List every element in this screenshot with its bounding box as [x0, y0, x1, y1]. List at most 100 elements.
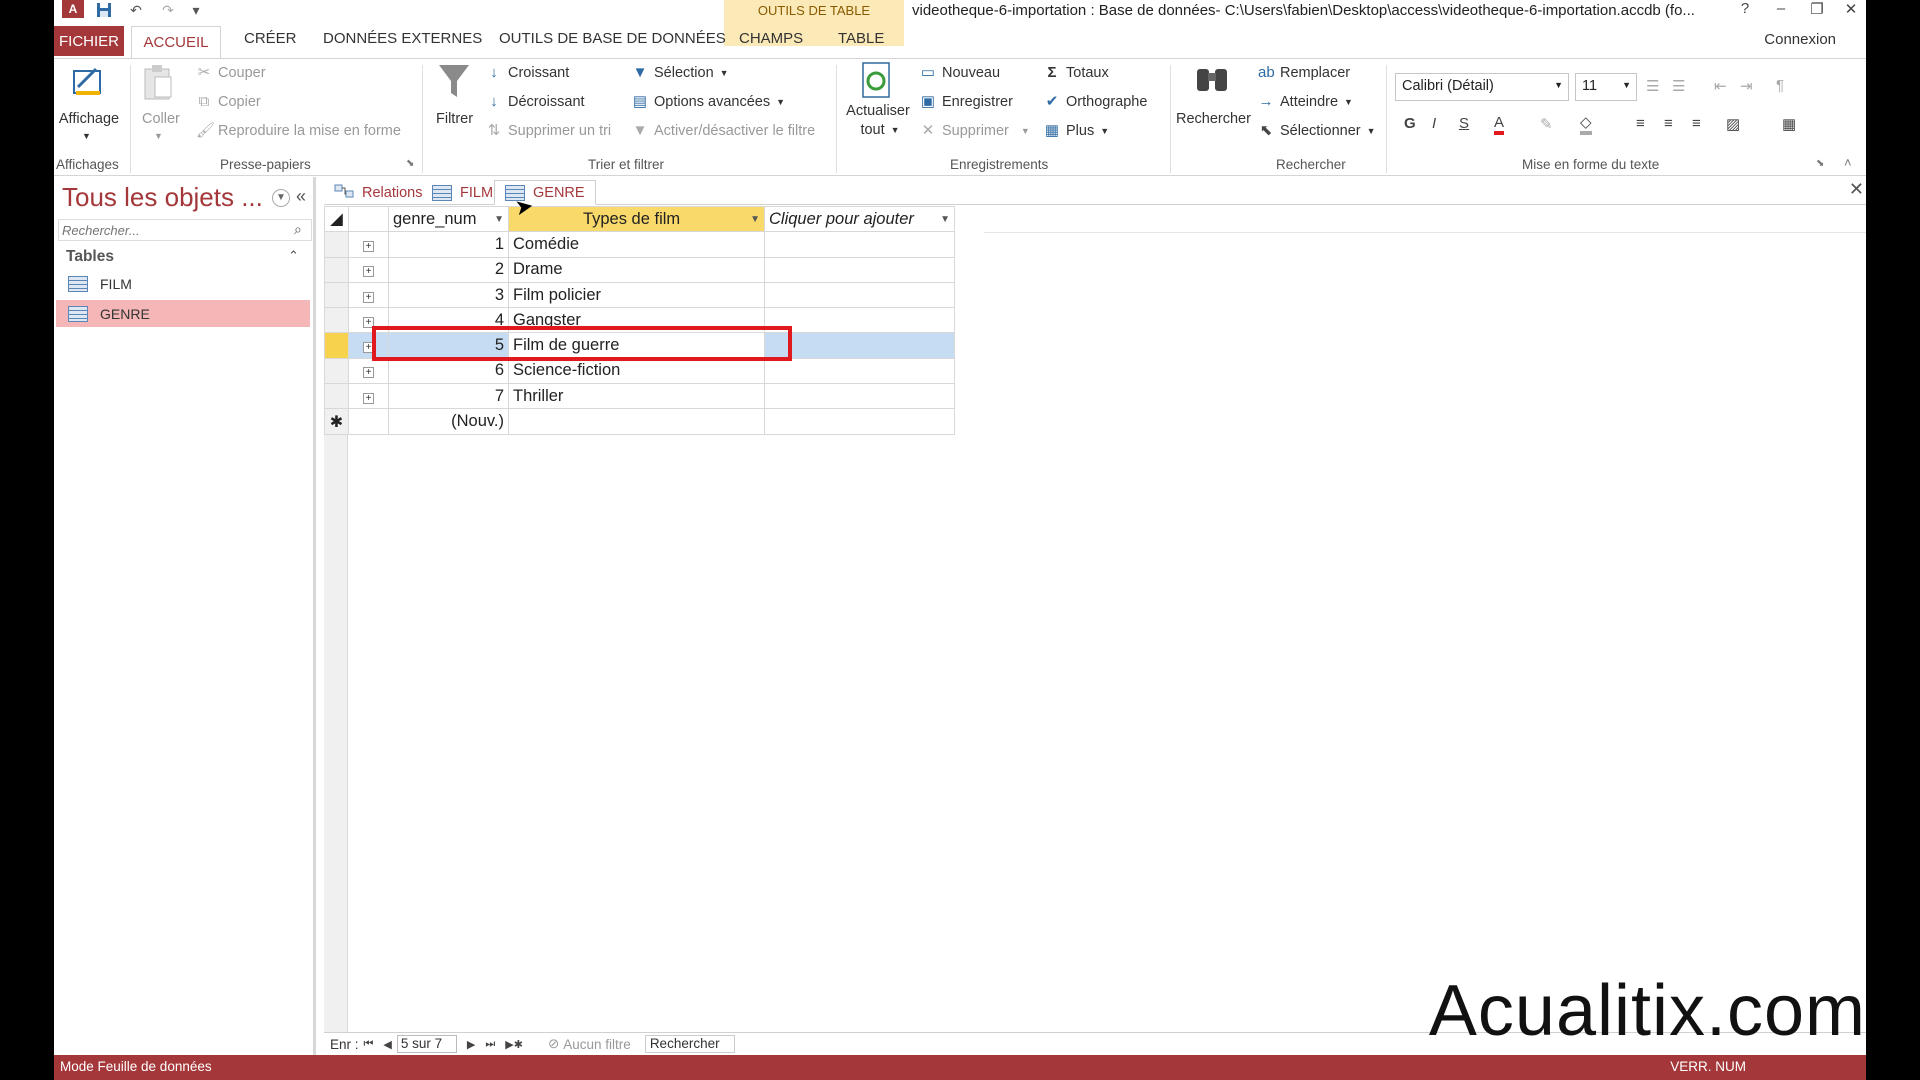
remplacer-button[interactable]: ab Remplacer [1258, 65, 1350, 82]
tab-donnees-externes[interactable]: DONNÉES EXTERNES [323, 30, 482, 47]
reproduire-button[interactable]: 🖌 Reproduire la mise en forme [196, 123, 401, 140]
cell-empty[interactable] [764, 357, 955, 385]
tab-genre[interactable]: GENRE [494, 180, 596, 205]
couper-button[interactable]: ✂ Couper [196, 65, 266, 82]
table-row[interactable]: + 7 Thriller [324, 383, 955, 410]
table-row[interactable]: + 2 Drame [324, 256, 955, 283]
new-record-star-icon[interactable]: ✱ [324, 408, 349, 435]
font-family-select[interactable]: Calibri (Détail) ▼ [1395, 73, 1569, 101]
tab-accueil[interactable]: ACCUEIL [131, 26, 221, 58]
cell-genre-num[interactable]: 1 [388, 231, 509, 258]
cell-empty[interactable] [764, 231, 955, 258]
copier-button[interactable]: ⧉ Copier [196, 94, 261, 111]
close-document-icon[interactable]: ✕ [1849, 179, 1864, 200]
tab-table[interactable]: TABLE [838, 30, 884, 47]
cell-type-editing[interactable]: Film de guerre [508, 332, 765, 359]
nav-pane-title[interactable]: Tous les objets ... [62, 182, 263, 213]
help-button[interactable]: ? [1730, 0, 1760, 20]
align-left-icon[interactable]: ≡ [1636, 115, 1645, 132]
cell-empty[interactable] [764, 307, 955, 334]
column-header-add[interactable]: Cliquer pour ajouter ▼ [764, 205, 955, 233]
collapse-section-icon[interactable]: ⌃ [288, 248, 299, 264]
fill-color-icon[interactable]: ◇ [1580, 115, 1592, 135]
cell-type[interactable]: Gangster [508, 307, 765, 334]
previous-record-icon[interactable]: ◀ [383, 1038, 391, 1051]
cell-type[interactable]: Thriller [508, 383, 765, 410]
record-search-input[interactable]: Rechercher [644, 1035, 735, 1053]
cell-genre-num[interactable]: 5 [388, 332, 509, 359]
plus-button[interactable]: ▦ Plus ▼ [1044, 123, 1109, 140]
bullets-icon[interactable]: ☰ [1646, 77, 1659, 95]
cell-genre-num[interactable]: 6 [388, 357, 509, 385]
chevron-down-icon[interactable]: ▼ [494, 214, 504, 225]
table-row[interactable]: + 1 Comédie [324, 231, 955, 258]
next-record-icon[interactable]: ▶ [467, 1038, 475, 1051]
new-record-nav-icon[interactable]: ▶✱ [505, 1038, 523, 1051]
cell-genre-num[interactable]: 3 [388, 281, 509, 309]
numbering-icon[interactable]: ☰ [1672, 77, 1685, 95]
nav-section-tables[interactable]: Tables [66, 248, 114, 266]
expand-cell[interactable]: + [348, 307, 389, 334]
expand-plus-icon[interactable]: + [363, 367, 374, 379]
align-right-icon[interactable]: ≡ [1692, 115, 1701, 132]
chevron-down-icon[interactable]: ▼ [750, 214, 760, 225]
collapse-pane-icon[interactable]: « [296, 186, 306, 207]
tab-fichier[interactable]: FICHIER [54, 26, 124, 56]
expand-cell[interactable]: + [348, 332, 389, 359]
croissant-button[interactable]: ↓ Croissant [486, 65, 569, 82]
table-row[interactable]: + 6 Science-fiction [324, 357, 955, 385]
expand-plus-icon[interactable]: + [363, 291, 374, 303]
tab-relations[interactable]: Relations [324, 180, 432, 205]
affichage-dropdown-icon[interactable]: ▼ [82, 131, 91, 141]
actualiser-button[interactable]: Actualiser [846, 103, 910, 119]
cell-empty[interactable] [764, 256, 955, 283]
coller-dropdown-icon[interactable]: ▼ [154, 131, 163, 141]
undo-icon[interactable]: ↶ [122, 0, 150, 20]
redo-icon[interactable]: ↷ [154, 0, 182, 20]
expand-cell[interactable]: + [348, 231, 389, 258]
expand-plus-icon[interactable]: + [363, 392, 374, 404]
enregistrer-button[interactable]: ▣ Enregistrer [920, 94, 1013, 111]
nav-item-film[interactable]: FILM [56, 270, 310, 297]
nav-item-genre[interactable]: GENRE [56, 300, 310, 327]
options-avancees-button[interactable]: ▤ Options avancées ▼ [632, 94, 785, 111]
nav-pane-menu-icon[interactable]: ▼ [272, 189, 290, 207]
selection-button[interactable]: ▼ Sélection ▼ [632, 65, 729, 82]
cell-type[interactable]: Science-fiction [508, 357, 765, 385]
text-format-launcher-icon[interactable]: ⬊ [1816, 158, 1824, 169]
table-row-selected[interactable]: + 5 Film de guerre [324, 332, 955, 359]
totaux-button[interactable]: Σ Totaux [1044, 65, 1108, 82]
expand-plus-icon[interactable]: + [363, 342, 374, 354]
rechercher-button[interactable]: Rechercher [1176, 111, 1251, 127]
restore-button[interactable]: ❐ [1802, 0, 1832, 20]
expand-plus-icon[interactable]: + [363, 266, 374, 278]
cell-empty[interactable] [764, 281, 955, 309]
minimize-button[interactable]: – [1766, 0, 1796, 20]
first-record-icon[interactable]: ⏮ [364, 1038, 374, 1051]
clipboard-launcher-icon[interactable]: ⬊ [406, 158, 414, 169]
supprimer-tri-button[interactable]: ⇅ Supprimer un tri [486, 123, 611, 140]
gridlines-icon[interactable]: ▦ [1782, 115, 1796, 133]
supprimer-button[interactable]: ✕ Supprimer ▼ [920, 123, 1030, 140]
connexion-link[interactable]: Connexion [1764, 31, 1836, 48]
underline-button[interactable]: S [1459, 115, 1469, 132]
save-icon[interactable] [92, 0, 116, 20]
expand-cell[interactable]: + [348, 383, 389, 410]
record-selector[interactable] [324, 332, 349, 359]
cell-genre-num[interactable]: 7 [388, 383, 509, 410]
affichage-button[interactable]: Affichage [56, 111, 122, 127]
decroissant-button[interactable]: ↓ Décroissant [486, 94, 584, 111]
cell-type[interactable]: Drame [508, 256, 765, 283]
cell-genre-num[interactable]: 4 [388, 307, 509, 334]
actualiser-tout-label[interactable]: tout ▼ [850, 122, 910, 138]
close-button[interactable]: ✕ [1836, 0, 1866, 20]
last-record-icon[interactable]: ⏭ [485, 1038, 495, 1051]
nouveau-button[interactable]: ▭ Nouveau [920, 65, 1000, 82]
cell-new-record[interactable]: (Nouv.) [388, 408, 509, 435]
record-selector[interactable] [324, 281, 349, 309]
bold-button[interactable]: G [1404, 115, 1416, 132]
expand-plus-icon[interactable]: + [363, 240, 374, 252]
expand-cell[interactable]: + [348, 256, 389, 283]
increase-indent-icon[interactable]: ⇥ [1740, 77, 1753, 95]
alternate-row-color-icon[interactable]: ▨ [1726, 115, 1740, 133]
